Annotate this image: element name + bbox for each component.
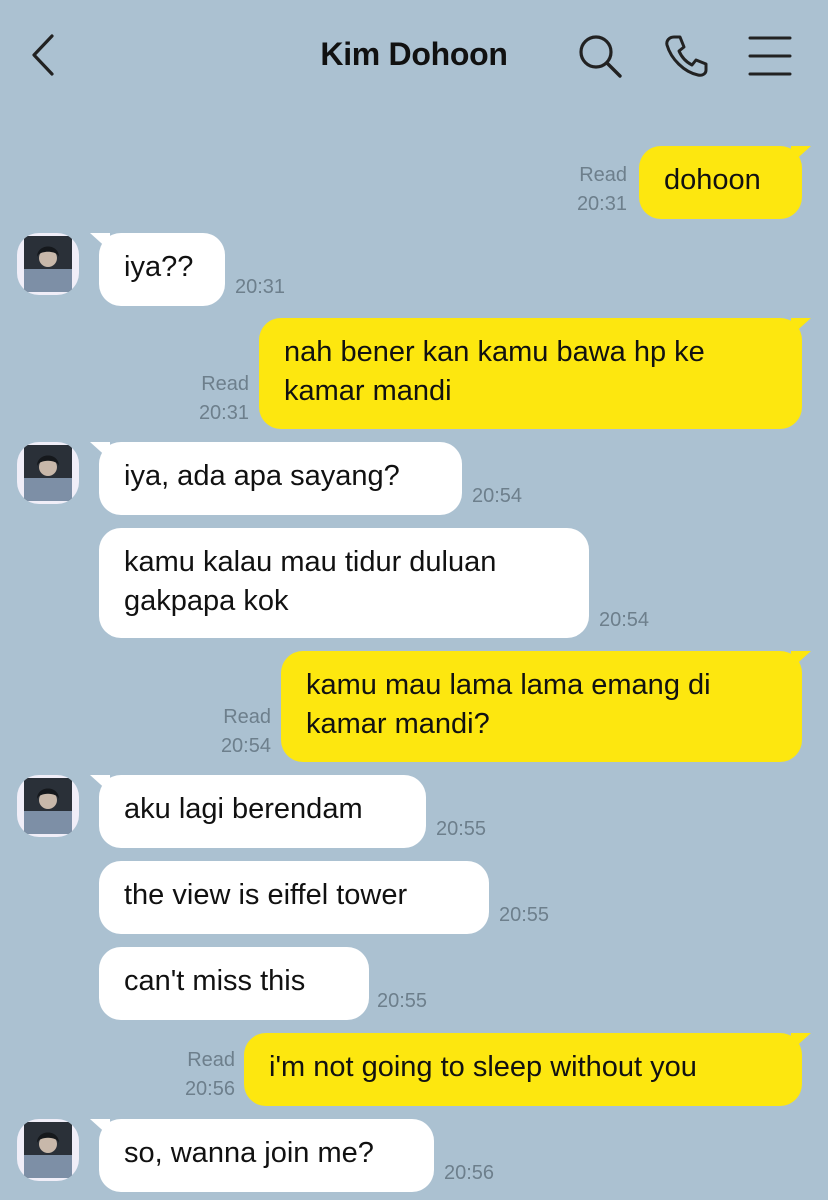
- incoming-message[interactable]: iya, ada apa sayang?: [90, 442, 462, 515]
- message-text: i'm not going to sleep without you: [269, 1051, 697, 1083]
- message-text: the view is eiffel tower: [124, 879, 408, 911]
- read-receipt: Read: [201, 373, 249, 395]
- timestamp: 20:31: [198, 402, 249, 424]
- timestamp: 20:54: [472, 485, 523, 507]
- incoming-message[interactable]: can't miss this: [99, 947, 369, 1020]
- timestamp: 20:54: [220, 735, 271, 757]
- timestamp: 20:56: [444, 1162, 495, 1184]
- message-text: dohoon: [664, 164, 761, 196]
- incoming-message[interactable]: iya??: [90, 233, 225, 306]
- avatar[interactable]: [17, 1119, 79, 1181]
- message-text-line: nah bener kan kamu bawa hp ke: [284, 336, 705, 368]
- message-meta: Read 20:31: [140, 370, 249, 428]
- chat-header: Kim Dohoon: [0, 0, 828, 112]
- message-text-line: kamu mau lama lama emang di: [306, 669, 711, 701]
- read-receipt: Read: [187, 1049, 235, 1071]
- message-text: can't miss this: [124, 965, 306, 997]
- message-text: aku lagi berendam: [124, 793, 363, 825]
- message-text-line: kamu kalau mau tidur duluan: [124, 546, 497, 578]
- timestamp: 20:31: [235, 276, 286, 298]
- outgoing-message[interactable]: nah bener kan kamu bawa hp ke kamar mand…: [259, 318, 811, 429]
- message-text-line: gakpapa kok: [124, 585, 289, 617]
- timestamp: 20:31: [576, 193, 627, 215]
- incoming-message[interactable]: aku lagi berendam: [90, 775, 426, 848]
- outgoing-message[interactable]: i'm not going to sleep without you: [244, 1033, 811, 1106]
- message-text: iya??: [124, 251, 194, 283]
- avatar[interactable]: [17, 442, 79, 504]
- incoming-message[interactable]: kamu kalau mau tidur duluan gakpapa kok: [99, 528, 589, 638]
- incoming-message[interactable]: the view is eiffel tower: [99, 861, 489, 934]
- message-text: iya, ada apa sayang?: [124, 460, 400, 492]
- outgoing-message[interactable]: kamu mau lama lama emang di kamar mandi?: [281, 651, 811, 762]
- incoming-message[interactable]: so, wanna join me?: [90, 1119, 434, 1192]
- avatar[interactable]: [17, 233, 79, 295]
- message-meta: Read 20:56: [120, 1046, 235, 1104]
- message-text: so, wanna join me?: [124, 1137, 374, 1169]
- read-receipt: Read: [579, 164, 627, 186]
- timestamp: 20:55: [499, 904, 550, 926]
- timestamp: 20:55: [436, 818, 487, 840]
- menu-icon[interactable]: [744, 30, 796, 82]
- timestamp: 20:54: [599, 609, 650, 631]
- message-meta: Read 20:31: [520, 161, 627, 219]
- message-text-line: kamar mandi?: [306, 708, 490, 740]
- timestamp: 20:55: [377, 990, 428, 1012]
- phone-icon[interactable]: [660, 30, 712, 82]
- read-receipt: Read: [223, 706, 271, 728]
- outgoing-message[interactable]: dohoon: [639, 146, 811, 219]
- timestamp: 20:56: [184, 1078, 235, 1100]
- message-meta: Read 20:54: [160, 703, 271, 761]
- avatar[interactable]: [17, 775, 79, 837]
- message-text-line: kamar mandi: [284, 375, 452, 407]
- search-icon[interactable]: [574, 30, 626, 82]
